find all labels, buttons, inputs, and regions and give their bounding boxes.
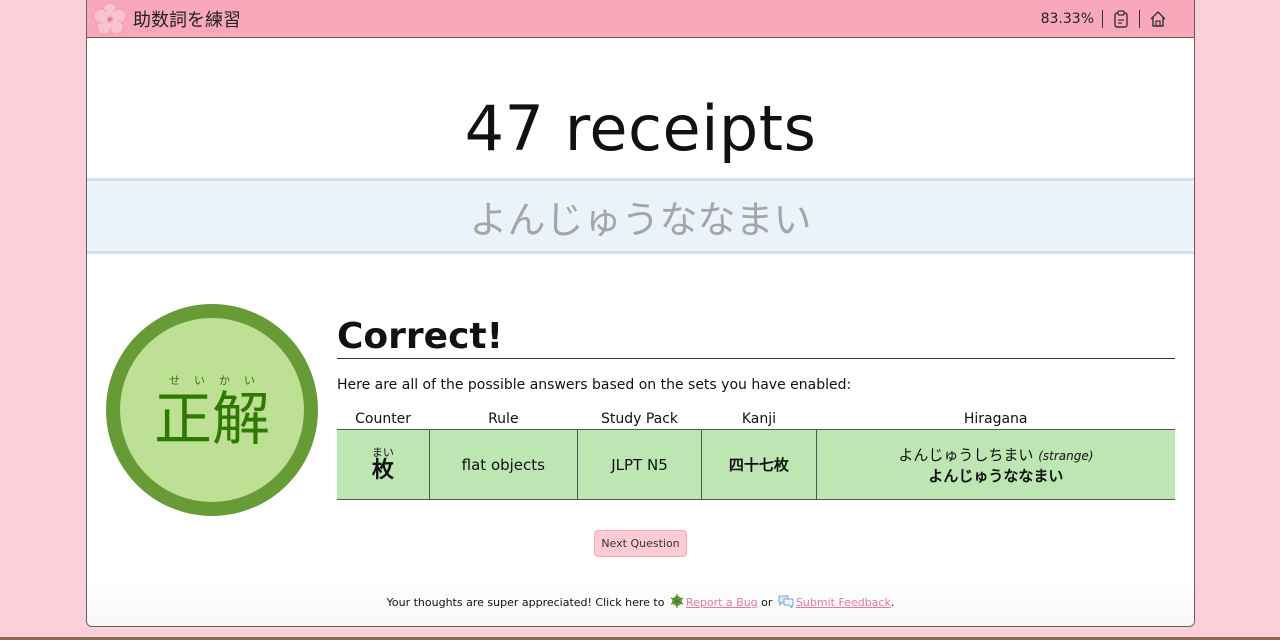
svg-text:✳: ✳ <box>106 15 114 26</box>
column-header: Study Pack <box>600 411 679 427</box>
app-title: 助数詞を練習 <box>133 9 241 31</box>
result-title: Correct! <box>337 316 1175 359</box>
study-pack-cell: JLPT N5 <box>576 429 702 500</box>
progress-percent: 83.33% <box>1040 10 1094 27</box>
badge-kanji: 正解 <box>153 385 270 453</box>
home-icon[interactable] <box>1148 9 1168 29</box>
rule-cell: flat objects <box>428 429 578 500</box>
question-prompt: 47 receipts <box>464 92 817 165</box>
result-explanation: Here are all of the possible answers bas… <box>337 377 852 393</box>
column-header: Counter <box>355 411 412 427</box>
next-question-button[interactable]: Next Question <box>594 530 687 557</box>
footer: Your thoughts are super appreciated! Cli… <box>87 576 1194 626</box>
bug-icon <box>670 594 684 611</box>
sakura-icon[interactable]: ✳ <box>93 2 127 36</box>
footer-or: or <box>761 596 773 609</box>
column-header: Hiragana <box>963 411 1028 427</box>
correct-badge: せいかい 正解 <box>106 304 318 516</box>
report-bug-link[interactable]: Report a Bug <box>686 596 758 609</box>
column-header: Rule <box>488 411 519 427</box>
clipboard-icon[interactable] <box>1111 9 1131 29</box>
hiragana-alt-note: (strange) <box>1038 448 1094 463</box>
counter-kanji: 枚 <box>371 457 394 483</box>
column-header: Kanji <box>741 411 776 427</box>
result-area: せいかい 正解 Correct! Here are all of the pos… <box>87 254 1194 557</box>
hiragana-alt: よんじゅうしちまい <box>898 445 1034 464</box>
divider <box>1102 9 1103 28</box>
kanji-cell: 四十七枚 <box>701 429 817 500</box>
submit-feedback-link[interactable]: Submit Feedback <box>796 596 891 609</box>
counter-ruby: まい <box>371 445 394 459</box>
answers-table: Counter Rule Study Pack Kanji Hiragana ま… <box>337 409 1175 500</box>
app-window: ✳ 助数詞を練習 83.33% 47 receipts よんじゅうななまい せい… <box>86 0 1195 627</box>
result-details: Correct! Here are all of the possible an… <box>337 316 1175 500</box>
hiragana-main: よんじゅうななまい <box>928 466 1064 485</box>
answer-value: よんじゅうななまい <box>469 197 812 242</box>
counter-cell: まい 枚 <box>337 429 430 500</box>
table-row: まい 枚 flat objects JLPT N5 四十七枚 よんじゅうしちまい… <box>337 429 1175 500</box>
hiragana-cell: よんじゅうしちまい (strange) よんじゅうななまい <box>815 429 1175 500</box>
answer-input[interactable]: よんじゅうななまい <box>87 178 1194 254</box>
footer-text: Your thoughts are super appreciated! Cli… <box>386 596 665 609</box>
chat-bubbles-icon <box>778 594 794 611</box>
footer-end: . <box>890 596 895 609</box>
divider <box>1139 9 1140 28</box>
header-bar: ✳ 助数詞を練習 83.33% <box>87 0 1194 38</box>
